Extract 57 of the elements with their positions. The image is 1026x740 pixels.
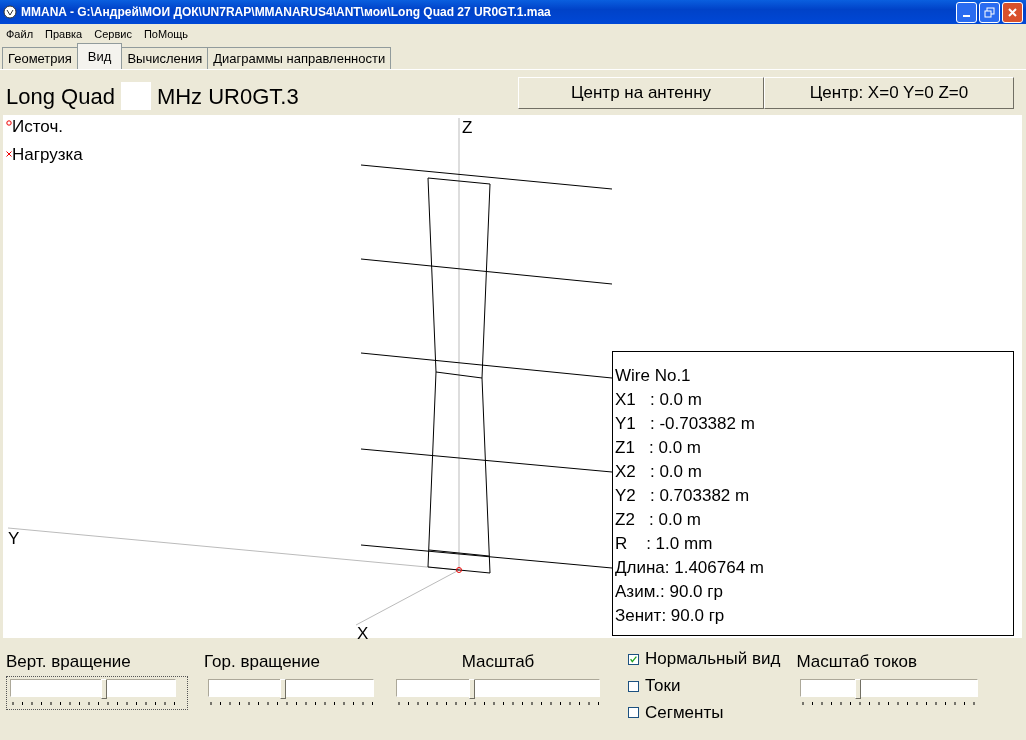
wire-info-line: Z1 : 0.0 m [615,437,702,459]
slider[interactable] [10,679,176,697]
slider-thumb[interactable] [468,679,475,699]
z-axis-label: Z [462,118,473,138]
menu-item[interactable]: ПоМощь [137,28,195,40]
x-axis-label: X [357,624,369,644]
load-marker-icon [6,151,12,157]
checkbox[interactable] [628,707,639,719]
checkbox-label: Токи [645,676,681,696]
wire-info-line: X2 : 0.0 m [615,461,703,483]
wire-info-line: Z2 : 0.0 m [615,509,702,531]
source-marker-icon [6,120,12,126]
wire-info-line: R : 1.0 mm [615,533,714,555]
center-button[interactable]: Центр: X=0 Y=0 Z=0 [764,76,1014,109]
menu-item[interactable]: Правка [39,28,89,40]
tab[interactable]: Вид [76,43,123,69]
wire-info-line: Длина: 1.406764 m [615,557,765,579]
wire-info-line: Y1 : -0.703382 m [615,413,756,435]
wire-info-line: Зенит: 90.0 гр [615,605,726,627]
app-icon [3,5,17,19]
menu-item[interactable]: Файл [0,28,40,40]
tab[interactable]: Диаграммы направленности [207,47,392,69]
frequency-unit-label: MHz UR0GT.3 [156,83,299,110]
wire-info-line: Wire No.1 [615,365,692,387]
wire-info-line: Азим.: 90.0 гр [615,581,724,603]
checkbox[interactable] [628,653,639,665]
slider-thumb[interactable] [101,679,108,699]
legend-label: Нагрузка [12,145,83,165]
minimize-button[interactable] [956,1,977,23]
slider-label: Масштаб [460,652,536,673]
y-axis-label: Y [8,529,20,549]
slider-thumb[interactable] [854,679,861,699]
slider-label: Масштаб токов [796,652,918,673]
checkbox-label: Сегменты [645,702,724,723]
origin-point-icon [456,567,462,573]
restore-icon [984,6,995,18]
slider-label: Верт. вращение [6,652,132,673]
legend-label: Источ. [12,117,63,137]
slider[interactable] [396,679,600,697]
minimize-icon [963,15,970,17]
model-name: Long Quad [6,83,115,110]
slider-thumb[interactable] [279,679,286,699]
close-icon [1007,6,1018,18]
slider-label: Гор. вращение [204,652,321,673]
close-button[interactable] [1002,1,1023,23]
slider[interactable] [208,679,374,697]
slider[interactable] [800,679,979,697]
menu-item[interactable]: Сервис [88,28,138,40]
tab[interactable]: Геометрия [2,47,78,69]
checkbox-label: Нормальный вид [645,649,781,670]
frequency-field[interactable] [120,81,151,110]
restore-button[interactable] [979,1,1000,23]
checkbox[interactable] [628,680,639,692]
wire-info-line: Y2 : 0.703382 m [615,485,751,507]
window-title: MMANA - G:\Андрей\МОИ ДОК\UN7RAP\MMANARUS4\ANT\мои\Long Quad 27 UR0GT.1.maa [21,5,552,19]
wire-info-line: X1 : 0.0 m [615,389,703,411]
center-button[interactable]: Центр на антенну [518,76,764,109]
